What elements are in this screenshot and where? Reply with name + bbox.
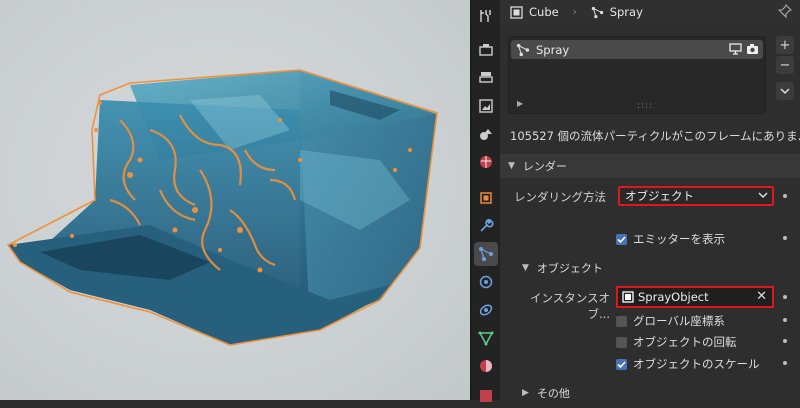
- chevron-down-icon: [758, 192, 768, 199]
- collapse-arrow-icon: ▼: [522, 263, 529, 273]
- particles-icon: [591, 6, 603, 18]
- checkbox-on-icon: [616, 358, 627, 370]
- other-subpanel-title: その他: [536, 387, 570, 400]
- object-icon[interactable]: [474, 186, 498, 210]
- clear-icon[interactable]: ✕: [756, 289, 767, 304]
- object-subpanel-header[interactable]: ▼ オブジェクト: [500, 257, 800, 279]
- breadcrumb-object: Cube: [510, 5, 559, 19]
- particle-system-list[interactable]: Spray ▶ ::::: [508, 36, 766, 114]
- list-item[interactable]: Spray: [511, 40, 763, 59]
- list-item-label: Spray: [536, 42, 570, 57]
- object-subpanel-title: オブジェクト: [536, 262, 603, 275]
- output-icon[interactable]: [474, 66, 498, 90]
- 3d-viewport[interactable]: [0, 0, 470, 400]
- properties-tab-strip: [472, 0, 500, 402]
- add-particle-system-button[interactable]: +: [776, 36, 794, 54]
- pin-icon[interactable]: [778, 4, 792, 18]
- fluid-cube-render: [6, 69, 438, 346]
- particles-icon: [516, 43, 530, 56]
- scene-icon[interactable]: [474, 122, 498, 146]
- camera-icon[interactable]: [746, 43, 759, 55]
- other-subpanel-header[interactable]: ▶ その他: [500, 382, 800, 404]
- specials-menu-button[interactable]: [776, 82, 794, 100]
- keyframe-dot[interactable]: [783, 361, 787, 365]
- particle-count-info: 105527 個の流体パーティクルがこのフレームにありま...: [510, 129, 800, 143]
- global-coordinates-checkbox[interactable]: グローバル座標系: [616, 313, 725, 329]
- keyframe-dot[interactable]: [783, 236, 787, 240]
- remove-particle-system-button[interactable]: −: [776, 56, 794, 74]
- properties-editor: Cube › Spray Spray ▶ :::: + − 105527 個の流…: [500, 0, 800, 400]
- render-icon[interactable]: [474, 38, 498, 62]
- show-emitter-label: エミッターを表示: [633, 232, 725, 246]
- object-rotation-checkbox[interactable]: オブジェクトの回転: [616, 334, 737, 350]
- render-panel-header[interactable]: ▼ レンダー: [500, 154, 800, 178]
- particles-icon[interactable]: [474, 242, 498, 266]
- render-as-value: オブジェクト: [625, 189, 694, 203]
- render-as-dropdown[interactable]: オブジェクト: [618, 186, 774, 206]
- collapse-arrow-icon: ▼: [508, 161, 515, 171]
- object-rotation-label: オブジェクトの回転: [633, 335, 737, 349]
- global-coordinates-label: グローバル座標系: [633, 314, 725, 328]
- keyframe-dot[interactable]: [783, 295, 787, 299]
- keyframe-dot[interactable]: [783, 339, 787, 343]
- physics-icon[interactable]: [474, 270, 498, 294]
- breadcrumb-object-label: Cube: [529, 5, 559, 19]
- expand-arrow-icon: ▶: [522, 388, 529, 398]
- render-as-label: レンダリング方法: [514, 190, 606, 204]
- breadcrumb: Cube › Spray: [500, 0, 800, 24]
- tool-settings-icon[interactable]: [474, 4, 498, 28]
- object-icon: [622, 291, 634, 303]
- breadcrumb-particle-label: Spray: [609, 5, 643, 19]
- modifier-icon[interactable]: [474, 214, 498, 238]
- resize-grip-icon[interactable]: ::::: [637, 101, 653, 111]
- instance-object-field[interactable]: SprayObject ✕: [616, 286, 774, 308]
- show-emitter-checkbox[interactable]: エミッターを表示: [616, 231, 725, 247]
- object-scale-checkbox[interactable]: オブジェクトのスケール: [616, 356, 760, 372]
- checkbox-on-icon: [616, 233, 627, 245]
- keyframe-dot[interactable]: [783, 194, 787, 198]
- keyframe-dot[interactable]: [783, 318, 787, 322]
- constraints-icon[interactable]: [474, 298, 498, 322]
- checkbox-off-icon: [616, 336, 627, 348]
- breadcrumb-particle: Spray: [591, 5, 643, 19]
- texture-icon[interactable]: [474, 384, 498, 408]
- render-panel-title: レンダー: [522, 160, 567, 173]
- data-icon[interactable]: [474, 326, 498, 350]
- view-layer-icon[interactable]: [474, 94, 498, 118]
- expand-triangle-icon[interactable]: ▶: [517, 99, 523, 108]
- instance-object-value: SprayObject: [638, 290, 709, 304]
- monitor-icon[interactable]: [729, 43, 742, 55]
- checkbox-off-icon: [616, 315, 627, 327]
- chevron-down-icon: [780, 88, 790, 95]
- world-icon[interactable]: [474, 150, 498, 174]
- breadcrumb-separator: ›: [572, 6, 577, 18]
- object-icon: [510, 5, 523, 19]
- material-icon[interactable]: [474, 354, 498, 378]
- instance-object-label: インスタンスオブ...: [529, 291, 610, 321]
- object-scale-label: オブジェクトのスケール: [633, 357, 760, 371]
